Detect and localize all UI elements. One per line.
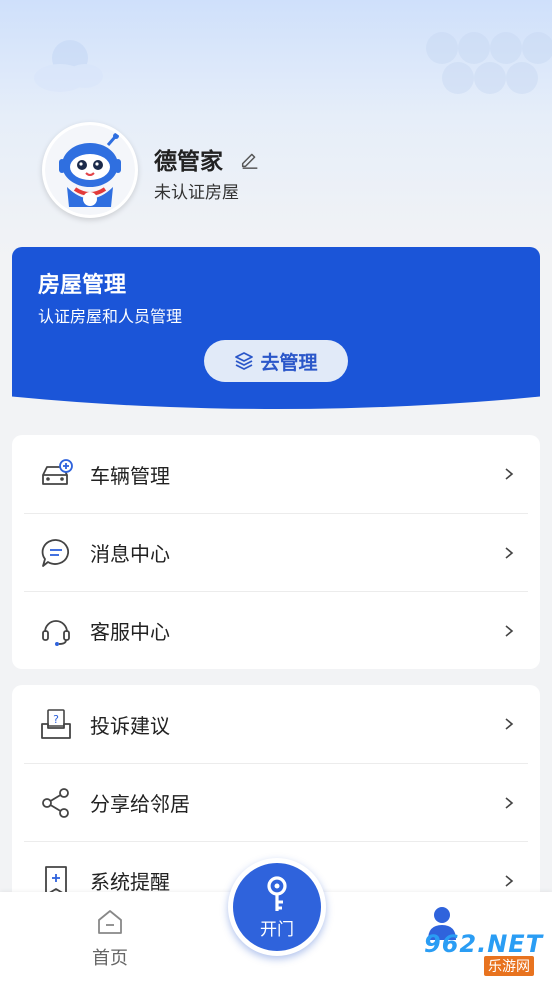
open-door-button[interactable]: 开门 (228, 858, 326, 956)
edit-icon[interactable] (239, 148, 261, 170)
headset-icon (38, 613, 74, 649)
chevron-right-icon (505, 624, 514, 637)
watermark-sub: 乐游网 (484, 956, 534, 976)
menu-item-vehicle[interactable]: 车辆管理 (24, 435, 528, 513)
house-card-subtitle: 认证房屋和人员管理 (38, 307, 183, 326)
menu-item-customer-service[interactable]: 客服中心 (24, 591, 528, 669)
menu-label-complaint: 投诉建议 (90, 713, 170, 738)
chevron-right-icon (505, 874, 514, 887)
menu-label-customer-service: 客服中心 (90, 620, 170, 644)
menu-label-messages: 消息中心 (90, 542, 170, 566)
share-icon (38, 785, 74, 821)
go-manage-button[interactable]: 去管理 (204, 340, 348, 382)
message-icon (38, 535, 74, 571)
avatar[interactable] (42, 122, 138, 218)
menu-group-services: 车辆管理 消息中心 客服中心 (12, 435, 540, 669)
key-icon (267, 875, 287, 911)
weather-cloud-icon (34, 40, 103, 92)
house-card-title: 房屋管理 (38, 273, 127, 298)
chevron-right-icon (505, 718, 514, 730)
robot-mascot-icon (45, 125, 135, 215)
tab-home[interactable]: 首页 (82, 908, 138, 970)
house-management-card: 房屋管理 认证房屋和人员管理 去管理 (12, 247, 540, 409)
site-watermark: 962.NET 乐游网 (414, 930, 548, 976)
menu-item-messages[interactable]: 消息中心 (24, 513, 528, 591)
chevron-right-icon (505, 796, 514, 809)
watermark-brand: 962.NET (424, 930, 544, 958)
home-icon (98, 910, 122, 934)
name-row: 德管家 (154, 142, 261, 176)
svg-text:?: ? (53, 713, 59, 726)
menu-label-system-reminder: 系统提醒 (90, 870, 170, 894)
user-name: 德管家 (154, 149, 223, 175)
menu-item-complaint[interactable]: ? 投诉建议 (24, 685, 528, 763)
decorative-circles-icon (426, 32, 552, 94)
layers-icon (235, 352, 254, 370)
complaint-icon: ? (38, 706, 74, 742)
menu-label-share: 分享给邻居 (90, 792, 190, 816)
chevron-right-icon (505, 546, 514, 559)
tab-home-label: 首页 (92, 948, 128, 969)
menu-label-vehicle: 车辆管理 (90, 463, 170, 488)
car-icon (38, 456, 74, 492)
go-manage-label: 去管理 (260, 351, 318, 374)
menu-item-share[interactable]: 分享给邻居 (24, 763, 528, 841)
chevron-right-icon (505, 468, 514, 480)
open-door-label: 开门 (260, 919, 294, 940)
profile-section: 德管家 未认证房屋 (42, 122, 502, 218)
verification-status: 未认证房屋 (154, 183, 239, 203)
